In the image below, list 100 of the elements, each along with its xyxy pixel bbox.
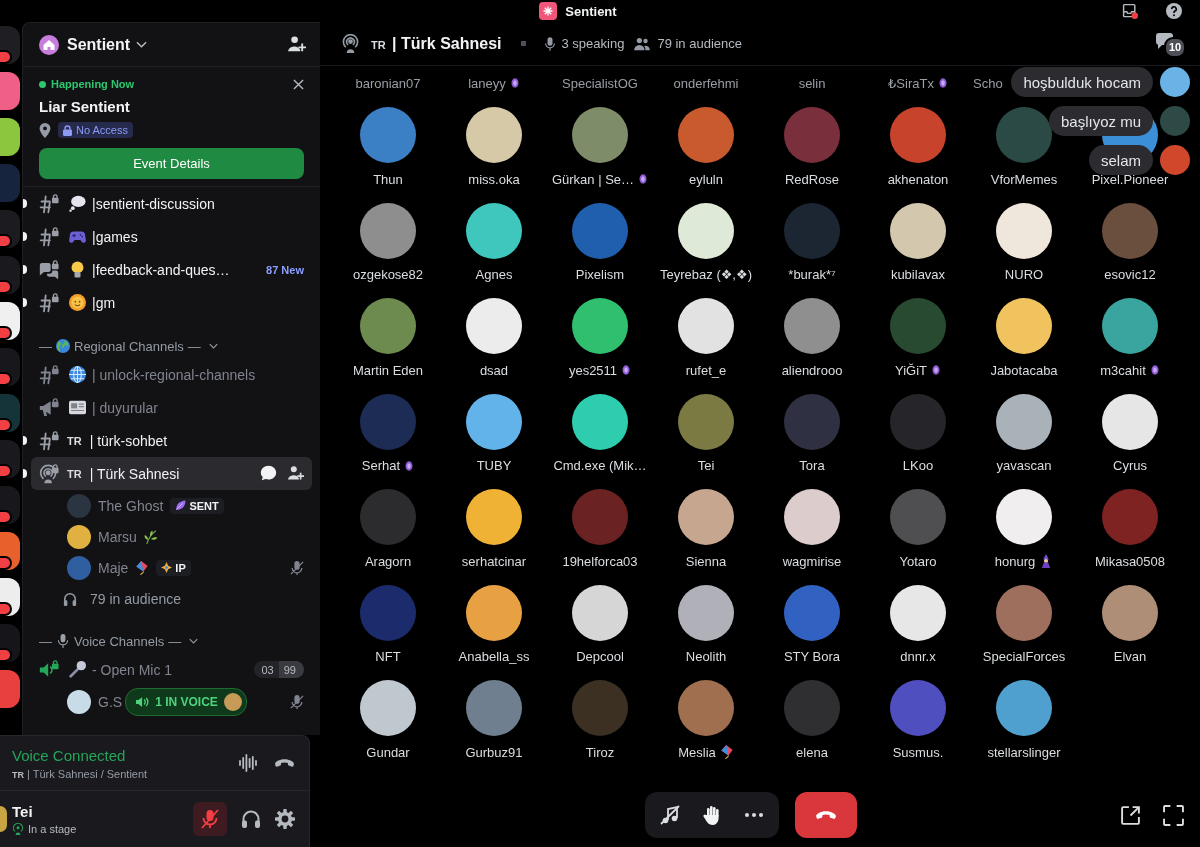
chevron-down-icon[interactable] [189,638,199,644]
channel-item[interactable]: |games [31,220,312,253]
avatar[interactable] [784,489,840,545]
participant-name: dnnr.x [900,649,936,664]
channel-item[interactable]: TR | türk-sohbet [31,424,312,457]
participant-name: Yotaro [899,553,937,569]
avatar[interactable] [572,298,628,354]
close-icon[interactable] [293,78,304,90]
leave-stage-button[interactable] [795,792,857,838]
channel-item[interactable]: |sentient-discussion [31,187,312,220]
badge-icon [1149,365,1160,375]
participant-name: laneyy [468,75,506,91]
participant-name: dsad [479,362,509,378]
avatar[interactable] [1102,298,1158,354]
participant-name: wagmirise [782,553,842,569]
hand-icon [702,805,722,825]
headphones-icon[interactable] [241,809,261,829]
avatar[interactable] [466,298,522,354]
avatar[interactable] [996,680,1052,736]
participant-name: SpecialistOG [562,75,638,91]
event-details-button[interactable]: Event Details [39,148,304,179]
server-icon[interactable] [0,72,20,110]
participant-name: Pixelism [575,267,625,282]
add-user-icon[interactable] [287,35,306,54]
badge-icon [509,78,520,88]
participant-name: Gurbuz91 [465,744,523,760]
participant-name: Thun [373,171,403,187]
voice-channel-label[interactable]: TR | Türk Sahnesi / Sentient [12,767,148,780]
member-item[interactable]: G.S 1 IN VOICE [31,686,312,717]
globe-icon [69,366,86,383]
avatar[interactable] [360,680,416,736]
user-status: In a stage [28,823,77,835]
server-icon[interactable] [0,578,20,616]
category-header[interactable]: — Voice Channels — [31,629,312,653]
in-voice-pill[interactable]: 1 IN VOICE [125,687,247,716]
participant-name: Neolith [685,649,727,664]
window-title: Sentient [565,3,617,19]
channel-item[interactable]: | unlock-regional-channels [31,358,312,391]
fullscreen-icon[interactable] [1163,804,1184,826]
server-icon[interactable] [0,532,20,570]
member-item[interactable]: Maje IP [31,552,312,583]
participant-name: miss.oka [468,171,520,187]
server-name[interactable]: Sentient [67,35,131,54]
lightbulb-icon [69,261,86,278]
channel-item[interactable]: | duyurular [31,391,312,424]
guild-tag-label: SENT [189,499,219,512]
channel-item[interactable]: |gm [31,286,312,319]
avatar[interactable] [996,489,1052,545]
badge-icon [638,174,649,184]
chat-icon[interactable] [260,465,277,482]
participant-name: *burak*⁷ [788,267,836,282]
channel-item[interactable]: |feedback-and-ques… 87 New [31,253,312,286]
avatar[interactable] [0,806,7,832]
sound-wave-icon[interactable] [238,753,258,773]
stage-icon [12,823,24,835]
inbox-icon[interactable] [1122,3,1138,19]
member-item[interactable]: Marsu [31,521,312,552]
category-header[interactable]: — Regional Channels — [31,334,312,358]
participant-name: serhatcinar [461,553,527,569]
popout-icon[interactable] [1120,804,1141,826]
newspaper-icon [69,399,86,416]
event-title: Liar Sentient [39,97,131,117]
participant-name: aliendrooo [781,362,843,378]
participant-name: yavascan [996,458,1052,473]
message-toast: selam [1089,145,1153,175]
participant-name: Serhat [361,458,401,473]
participant-name: Jabotacaba [990,362,1058,378]
chevron-down-icon[interactable] [136,41,148,48]
avatar[interactable] [678,489,734,545]
chevron-down-icon[interactable] [208,343,218,349]
participant-name: Meslia [678,744,716,760]
message-toast: hoşbulduk hocam [1011,67,1153,97]
participant-name: YiĞiT [895,362,927,378]
avatar[interactable] [466,107,522,163]
channel-item[interactable]: - Open Mic 1 03 99 [31,653,312,686]
server-icon[interactable] [0,118,20,156]
live-dot-icon [39,80,46,88]
microphone-icon [69,661,86,678]
avatar[interactable] [784,298,840,354]
participant-name: ₺SiraTx [888,75,934,91]
participant-name: Agnes [475,267,513,282]
lock-icon [63,124,72,136]
participant-name: NFT [375,649,401,664]
help-icon[interactable] [1166,3,1182,19]
add-user-icon[interactable] [287,465,304,482]
mute-button[interactable] [193,802,227,836]
access-label: No Access [76,124,128,136]
settings-icon[interactable] [275,809,295,829]
guild-tag-label: IP [175,561,186,574]
avatar[interactable] [678,298,734,354]
count-badge: 10 [1164,36,1186,58]
avatar[interactable] [996,298,1052,354]
participant-name: yes2511 [568,362,618,378]
server-icon[interactable] [0,302,20,340]
member-item[interactable]: The Ghost SENT [31,490,312,521]
participant-name: akhenaton [887,171,949,187]
hang-up-icon [815,810,837,820]
server-icon [39,34,59,55]
avatar[interactable] [466,489,522,545]
hang-up-icon[interactable] [274,758,295,768]
